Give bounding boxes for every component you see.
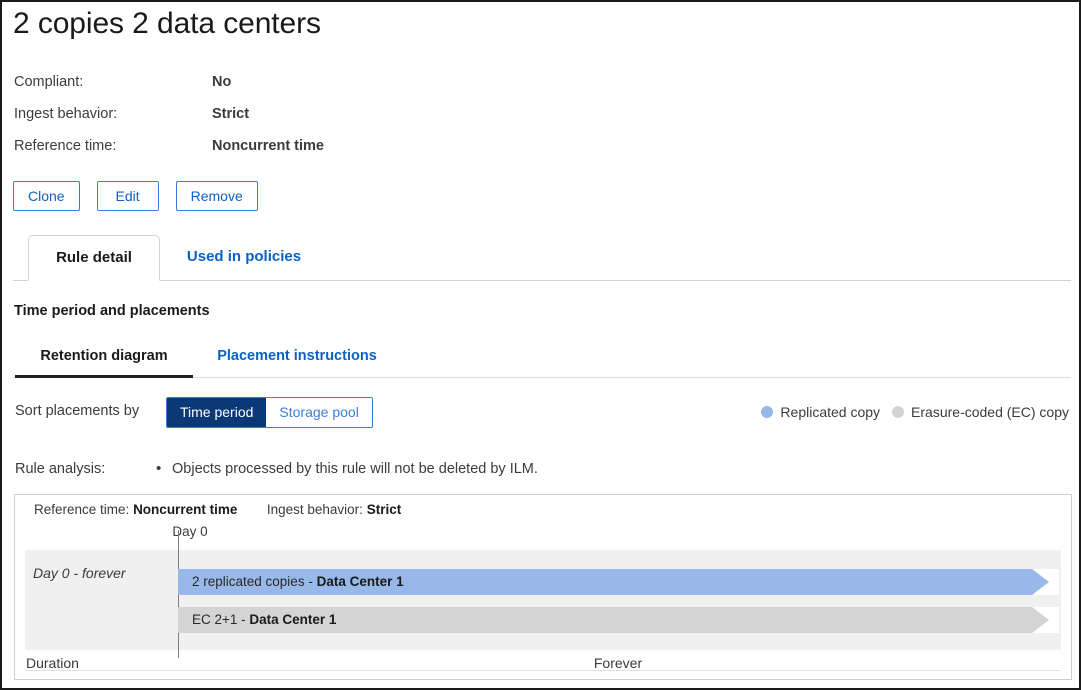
- tab-used-in-policies[interactable]: Used in policies: [168, 235, 320, 281]
- placement-bar-replicated[interactable]: 2 replicated copies - Data Center 1: [178, 569, 1032, 595]
- list-item: Objects processed by this rule will not …: [152, 461, 538, 477]
- placement-bar-pool: Data Center 1: [317, 574, 404, 589]
- metadata-value: Strict: [212, 98, 324, 130]
- copy-type-legend: Replicated copy Erasure-coded (EC) copy: [761, 404, 1069, 420]
- retention-diagram: Reference time: Noncurrent time Ingest b…: [14, 494, 1072, 680]
- placement-tabs: Retention diagram Placement instructions: [2, 340, 1079, 378]
- diagram-ingest-behavior-label: Ingest behavior:: [267, 502, 363, 517]
- forever-arrow-icon: [1032, 569, 1049, 595]
- diagram-header: Reference time: Noncurrent time Ingest b…: [34, 502, 401, 517]
- rule-analysis-label: Rule analysis:: [15, 461, 105, 477]
- legend-item-erasure-coded: Erasure-coded (EC) copy: [892, 404, 1069, 420]
- rule-metadata-table: Compliant: No Ingest behavior: Strict Re…: [14, 66, 324, 162]
- placement-bar-erasure-coded[interactable]: EC 2+1 - Data Center 1: [178, 607, 1032, 633]
- table-row: Ingest behavior: Strict: [14, 98, 324, 130]
- time-period-label: Day 0 - forever: [33, 565, 126, 581]
- placement-bar-text: 2 replicated copies -: [192, 574, 317, 589]
- table-row: Reference time: Noncurrent time: [14, 130, 324, 162]
- clone-button[interactable]: Clone: [13, 181, 80, 211]
- action-button-row: Clone Edit Remove: [13, 181, 258, 211]
- placement-track: EC 2+1 - Data Center 1: [178, 607, 1059, 633]
- sort-option-storage-pool[interactable]: Storage pool: [266, 398, 371, 427]
- duration-value: Forever: [178, 655, 1058, 671]
- metadata-value: Noncurrent time: [212, 130, 324, 162]
- diagram-ingest-behavior-value: Strict: [367, 502, 402, 517]
- placement-track: 2 replicated copies - Data Center 1: [178, 569, 1059, 595]
- forever-arrow-icon: [1032, 607, 1049, 633]
- axis-start-label: Day 0: [154, 524, 226, 539]
- remove-button[interactable]: Remove: [176, 181, 258, 211]
- rule-tabs: Rule detail Used in policies: [2, 235, 1079, 281]
- legend-label: Replicated copy: [780, 404, 880, 420]
- rule-analysis-list: Objects processed by this rule will not …: [152, 461, 538, 477]
- metadata-label: Ingest behavior:: [14, 98, 212, 130]
- legend-item-replicated: Replicated copy: [761, 404, 880, 420]
- legend-label: Erasure-coded (EC) copy: [911, 404, 1069, 420]
- sort-placements-toggle: Time period Storage pool: [166, 397, 373, 428]
- ilm-rule-detail-page: 2 copies 2 data centers Compliant: No In…: [0, 0, 1081, 690]
- sort-placements-label: Sort placements by: [15, 403, 139, 419]
- table-row: Compliant: No: [14, 66, 324, 98]
- metadata-value: No: [212, 66, 324, 98]
- sort-option-time-period[interactable]: Time period: [167, 398, 266, 427]
- section-title: Time period and placements: [14, 303, 210, 319]
- edit-button[interactable]: Edit: [97, 181, 159, 211]
- diagram-reference-time-label: Reference time:: [34, 502, 129, 517]
- tab-rule-detail[interactable]: Rule detail: [28, 235, 160, 281]
- replicated-copy-dot-icon: [761, 406, 773, 418]
- tab-retention-diagram[interactable]: Retention diagram: [15, 341, 193, 378]
- metadata-label: Reference time:: [14, 130, 212, 162]
- placement-bar-text: EC 2+1 -: [192, 612, 249, 627]
- duration-label: Duration: [26, 655, 79, 671]
- metadata-label: Compliant:: [14, 66, 212, 98]
- diagram-reference-time-value: Noncurrent time: [133, 502, 237, 517]
- tab-placement-instructions[interactable]: Placement instructions: [206, 341, 388, 378]
- page-title: 2 copies 2 data centers: [13, 7, 321, 41]
- time-period-band: [25, 550, 1061, 650]
- placement-bar-pool: Data Center 1: [249, 612, 336, 627]
- erasure-coded-copy-dot-icon: [892, 406, 904, 418]
